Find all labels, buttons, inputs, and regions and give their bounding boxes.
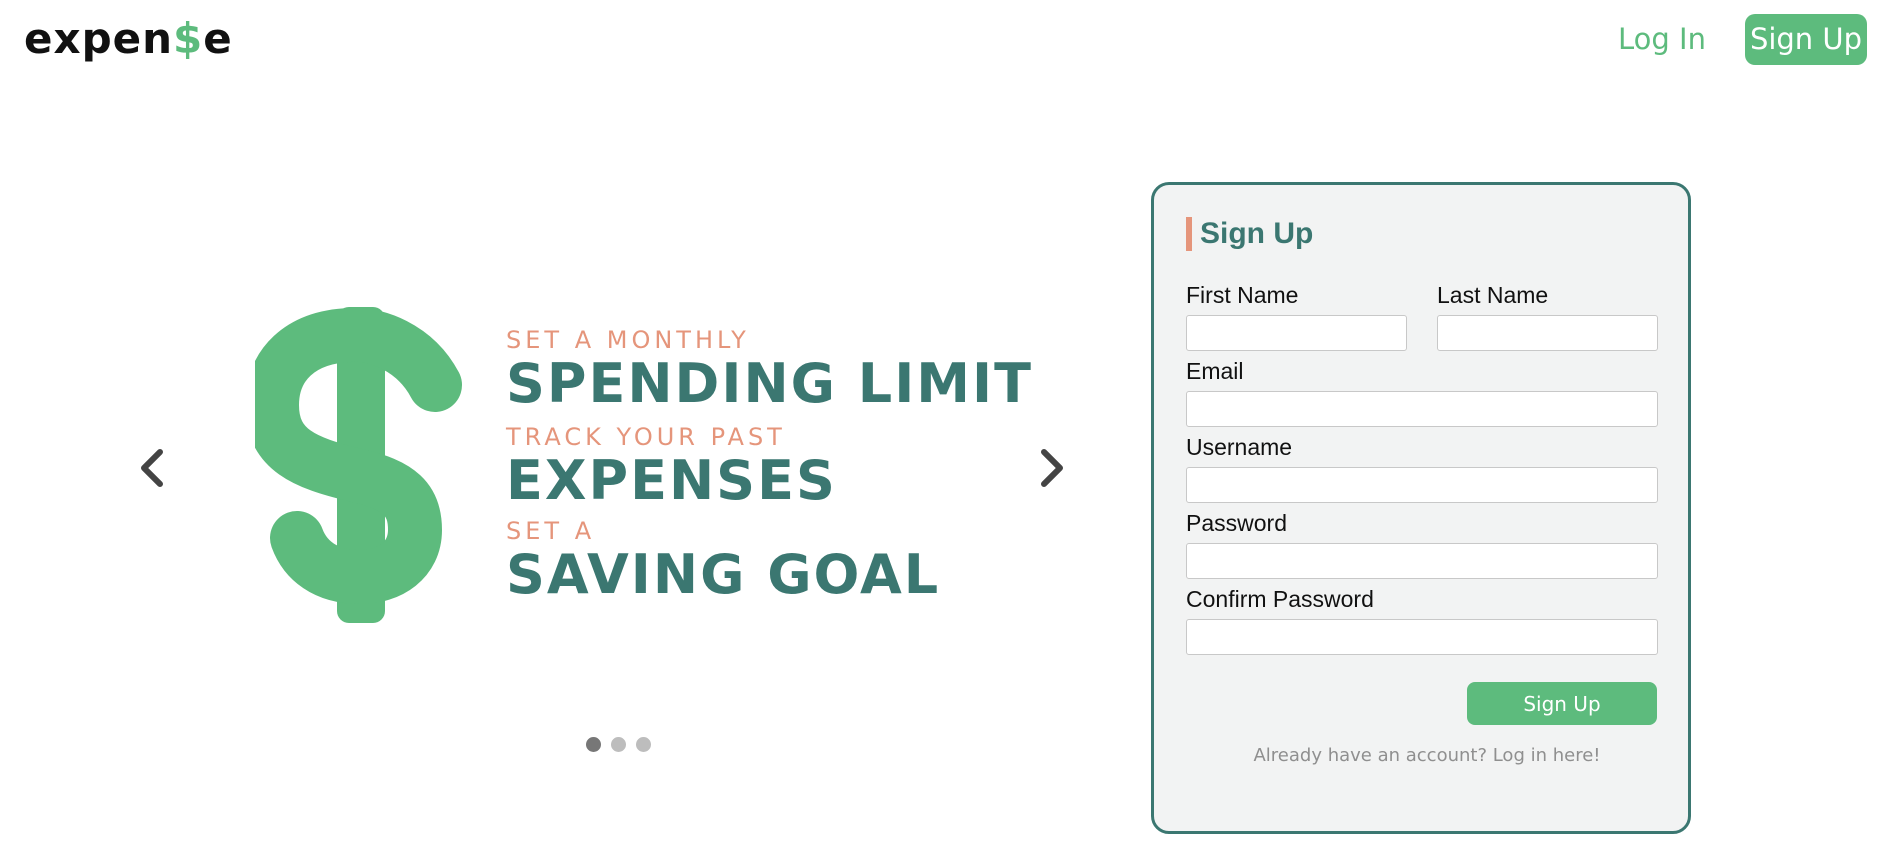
first-name-input[interactable]: [1186, 315, 1407, 351]
email-label: Email: [1186, 358, 1244, 384]
slogan-2: TRACK YOUR PAST EXPENSES: [506, 423, 837, 511]
last-name-input[interactable]: [1437, 315, 1658, 351]
logo-suffix: e: [203, 14, 233, 63]
page: expen$e Log In Sign Up SET A MONTHLY SPE…: [0, 0, 1885, 868]
slogan-1: SET A MONTHLY SPENDING LIMIT: [506, 326, 1033, 414]
chevron-left-icon: [141, 449, 163, 487]
carousel-next-button[interactable]: [1028, 438, 1072, 498]
carousel-prev-button[interactable]: [132, 438, 176, 498]
slogan-2-big: EXPENSES: [506, 449, 837, 512]
slogan-3-small: SET A: [506, 517, 596, 545]
carousel-dot-3[interactable]: [636, 737, 651, 752]
nav-signup-button[interactable]: Sign Up: [1745, 14, 1867, 65]
slogan-1-small: SET A MONTHLY: [506, 326, 750, 354]
logo[interactable]: expen$e: [24, 14, 233, 64]
signup-submit-button[interactable]: Sign Up: [1467, 682, 1657, 725]
dollar-sign-icon: [255, 307, 462, 623]
email-input[interactable]: [1186, 391, 1658, 427]
login-link[interactable]: Already have an account? Log in here!: [1154, 745, 1700, 766]
confirm-password-label: Confirm Password: [1186, 586, 1374, 612]
logo-dollar-symbol: $: [173, 14, 204, 63]
carousel-dot-2[interactable]: [611, 737, 626, 752]
slogan-1-big: SPENDING LIMIT: [506, 352, 1033, 415]
signup-form-card: Sign Up First Name Last Name Email Usern…: [1151, 182, 1691, 834]
carousel-dot-1[interactable]: [586, 737, 601, 752]
password-label: Password: [1186, 510, 1287, 536]
chevron-right-icon: [1041, 449, 1063, 487]
username-label: Username: [1186, 434, 1293, 460]
last-name-label: Last Name: [1437, 282, 1549, 308]
slogan-3-big: SAVING GOAL: [506, 543, 941, 606]
form-title: Sign Up: [1186, 217, 1313, 251]
slogan-3: SET A SAVING GOAL: [506, 517, 940, 605]
slogan-2-small: TRACK YOUR PAST: [506, 423, 786, 451]
username-input[interactable]: [1186, 467, 1658, 503]
carousel-indicators: [586, 737, 661, 757]
first-name-label: First Name: [1186, 282, 1299, 308]
confirm-password-input[interactable]: [1186, 619, 1658, 655]
logo-prefix: expen: [24, 14, 174, 63]
nav-login-link[interactable]: Log In: [1612, 18, 1712, 60]
password-input[interactable]: [1186, 543, 1658, 579]
